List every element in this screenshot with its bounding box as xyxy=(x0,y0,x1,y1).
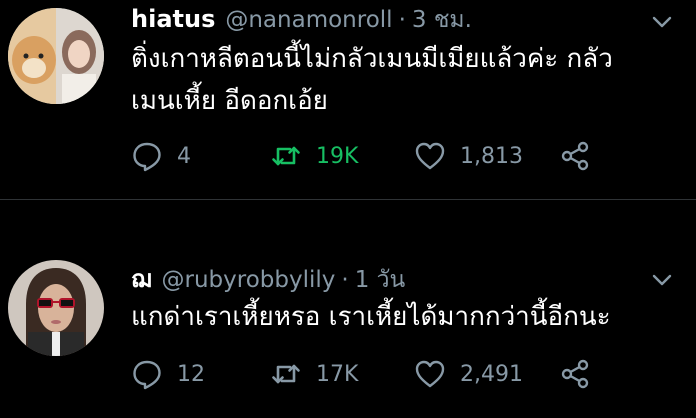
retweet-button[interactable]: 17K xyxy=(270,357,358,391)
tweet-text-line: แกด่าเราเหี้ยหรอ เราเหี้ยได้มากกว่านี้อี… xyxy=(131,302,611,332)
tweet-actions: 4 19K 1,813 xyxy=(131,139,666,173)
tweet-text-line: ติ่งเกาหลีตอนนี้ไม่กลัวเมนมีเมียแล้วค่ะ … xyxy=(131,44,613,74)
tweet-text: แกด่าเราเหี้ยหรอ เราเหี้ยได้มากกว่านี้อี… xyxy=(131,296,666,338)
like-count: 1,813 xyxy=(460,143,523,169)
timestamp[interactable]: 1 วัน xyxy=(355,262,406,298)
like-icon xyxy=(415,142,445,170)
reply-icon xyxy=(133,360,161,390)
retweet-button[interactable]: 19K xyxy=(270,139,358,173)
chevron-down-icon[interactable] xyxy=(650,10,674,34)
reply-icon xyxy=(133,142,161,172)
retweet-count: 19K xyxy=(316,143,359,169)
share-icon xyxy=(561,359,589,389)
share-icon xyxy=(561,141,589,171)
reply-count: 12 xyxy=(177,361,205,387)
timestamp[interactable]: 3 ชม. xyxy=(412,2,472,38)
reply-button[interactable]: 4 xyxy=(131,139,191,173)
reply-button[interactable]: 12 xyxy=(131,357,205,391)
retweet-icon xyxy=(272,146,300,166)
tweet[interactable]: hiatus @nanamonroll · 3 ชม. ติ่งเกาหลีตอ… xyxy=(0,0,696,200)
like-count: 2,491 xyxy=(460,361,523,387)
display-name[interactable]: ฌ xyxy=(131,259,152,298)
like-icon xyxy=(415,360,445,388)
like-button[interactable]: 1,813 xyxy=(414,139,523,173)
retweet-icon xyxy=(272,364,300,384)
avatar[interactable] xyxy=(8,260,104,356)
tweet-header: ฌ @rubyrobbylily · 1 วัน xyxy=(131,259,656,293)
separator: · xyxy=(398,7,406,33)
tweet-actions: 12 17K 2,491 xyxy=(131,357,666,391)
user-handle[interactable]: @nanamonroll xyxy=(225,7,392,33)
retweet-count: 17K xyxy=(316,361,359,387)
display-name[interactable]: hiatus xyxy=(131,5,215,33)
reply-count: 4 xyxy=(177,143,191,169)
separator: · xyxy=(341,267,349,293)
share-button[interactable] xyxy=(559,139,605,173)
user-handle[interactable]: @rubyrobbylily xyxy=(162,267,336,293)
avatar[interactable] xyxy=(8,8,104,104)
tweet-text: ติ่งเกาหลีตอนนี้ไม่กลัวเมนมีเมียแล้วค่ะ … xyxy=(131,38,666,122)
share-button[interactable] xyxy=(559,357,605,391)
like-button[interactable]: 2,491 xyxy=(414,357,523,391)
tweet[interactable]: ฌ @rubyrobbylily · 1 วัน แกด่าเราเหี้ยหร… xyxy=(0,200,696,418)
tweet-text-line: เมนเหี้ย อีดอกเอ้ย xyxy=(131,86,328,116)
tweet-header: hiatus @nanamonroll · 3 ชม. xyxy=(131,2,656,33)
chevron-down-icon[interactable] xyxy=(650,268,674,292)
